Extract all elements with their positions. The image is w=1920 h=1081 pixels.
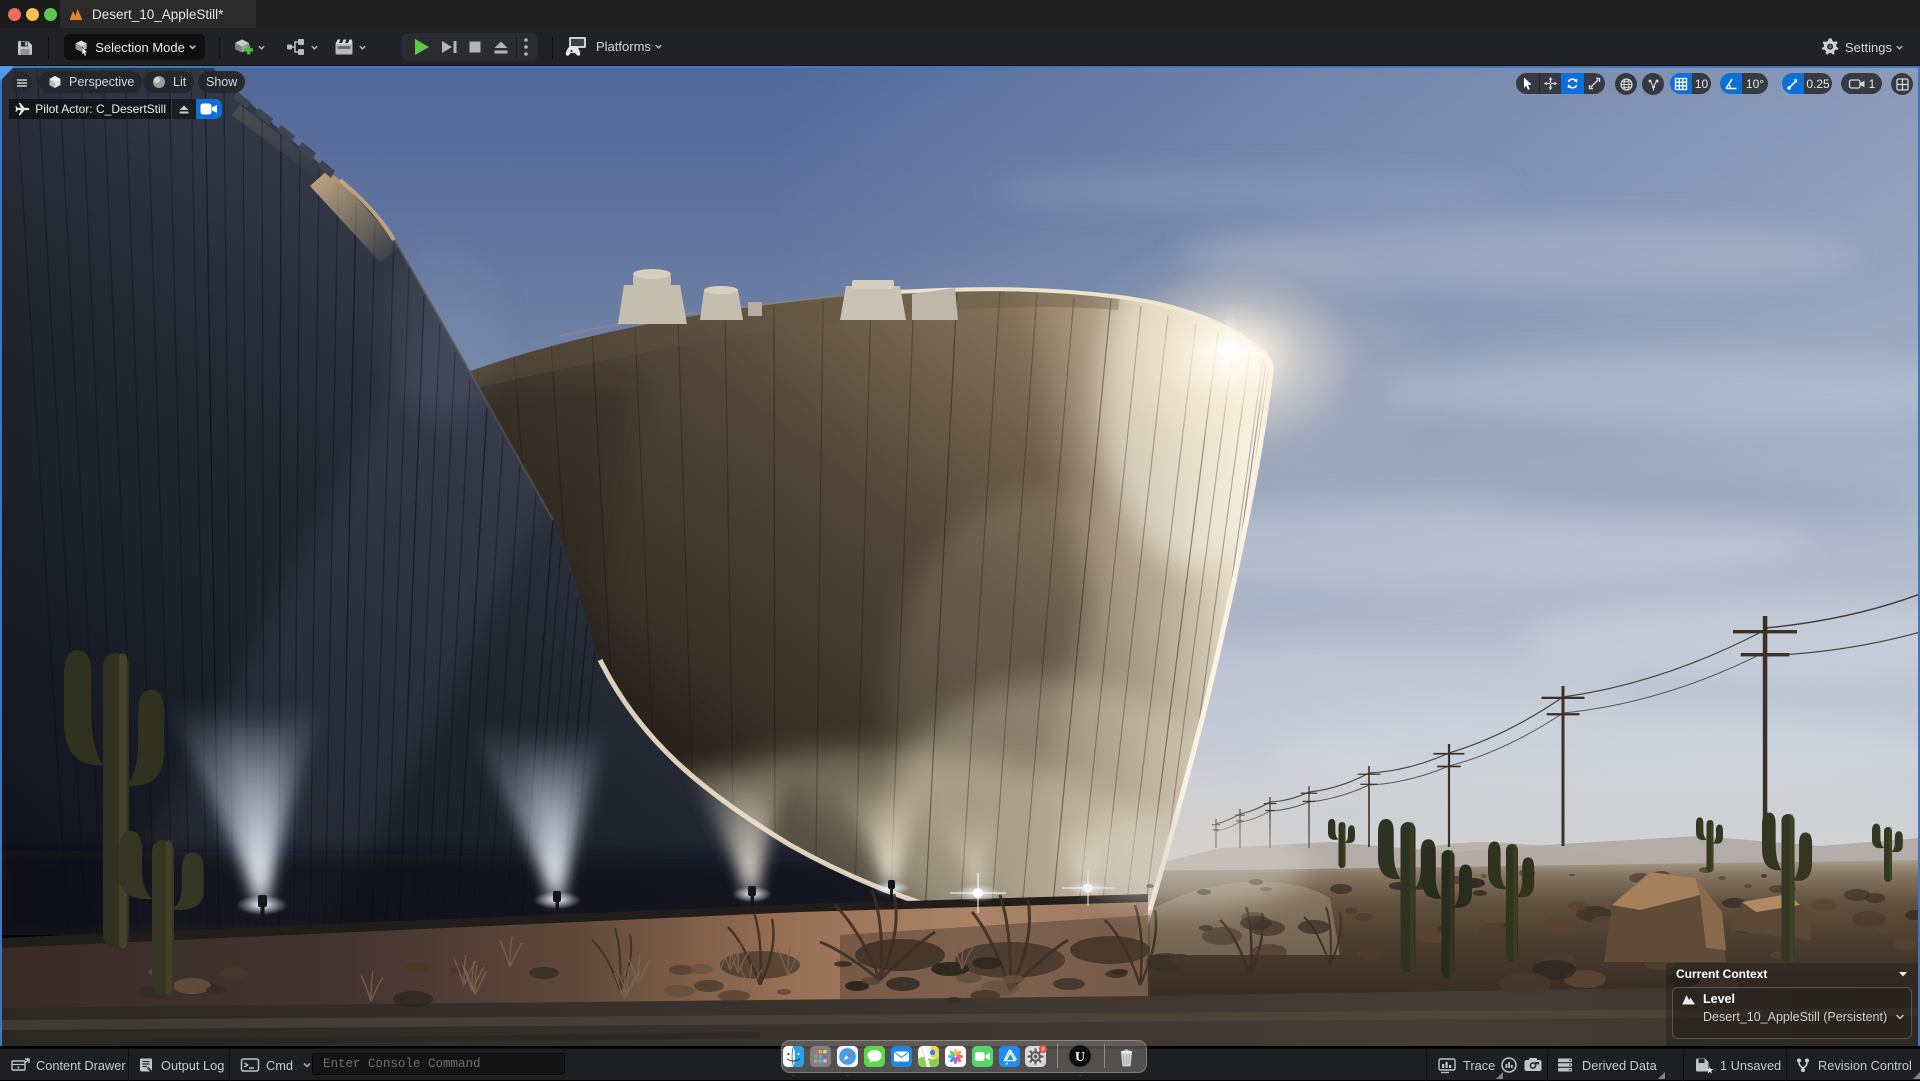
svg-text:8: 8 xyxy=(1041,1046,1044,1052)
svg-text:U: U xyxy=(1075,1050,1085,1065)
